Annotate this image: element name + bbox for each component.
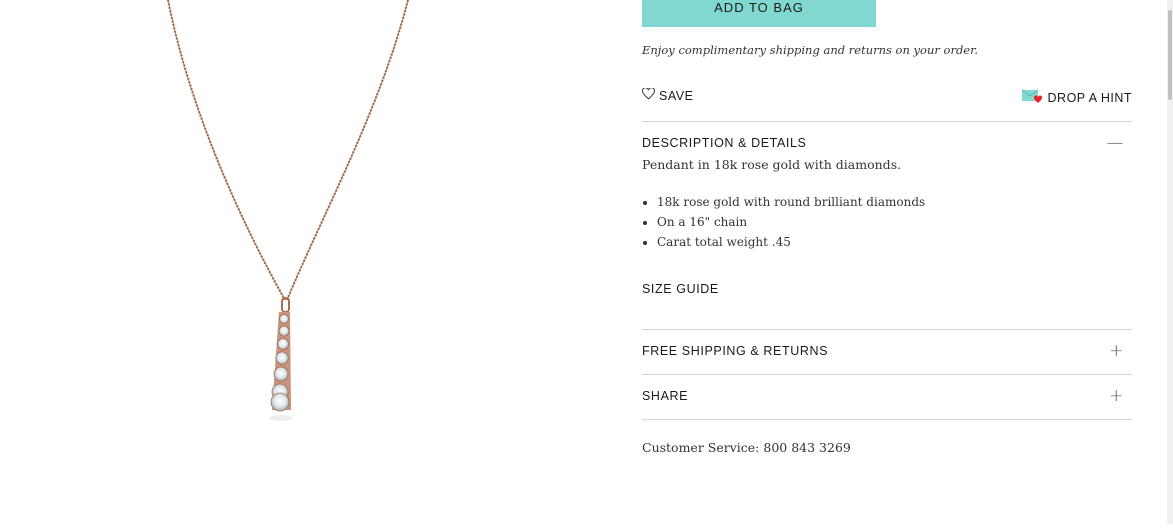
description-details-header[interactable]: DESCRIPTION & DETAILS — (642, 133, 1132, 156)
free-shipping-returns-label: FREE SHIPPING & RETURNS (642, 344, 829, 358)
share-label: SHARE (642, 389, 689, 403)
collapse-icon[interactable]: — (1106, 133, 1124, 153)
customer-service-label: Customer Service: (642, 440, 760, 455)
list-item: 18k rose gold with round brilliant diamo… (657, 192, 925, 212)
save-label: SAVE (659, 88, 694, 103)
divider (642, 419, 1132, 420)
scrollbar-thumb[interactable] (1168, 10, 1172, 100)
description-text: Pendant in 18k rose gold with diamonds. (642, 157, 902, 172)
share-header[interactable]: SHARE + (642, 386, 1132, 409)
customer-service-phone-link[interactable]: 800 843 3269 (763, 440, 850, 455)
details-list: 18k rose gold with round brilliant diamo… (642, 192, 925, 252)
description-details-label: DESCRIPTION & DETAILS (642, 136, 807, 150)
size-guide-link[interactable]: SIZE GUIDE (642, 282, 719, 296)
heart-outline-icon (642, 87, 655, 103)
expand-icon[interactable]: + (1109, 386, 1124, 406)
envelope-heart-icon (1021, 88, 1043, 107)
add-to-bag-button[interactable]: ADD TO BAG (642, 0, 876, 27)
list-item: Carat total weight .45 (657, 232, 925, 252)
scrollbar[interactable] (1167, 0, 1173, 524)
save-button[interactable]: SAVE (642, 87, 694, 103)
product-image (0, 0, 600, 524)
divider (642, 121, 1132, 122)
list-item: On a 16" chain (657, 212, 925, 232)
customer-service: Customer Service: 800 843 3269 (642, 440, 851, 455)
free-shipping-returns-header[interactable]: FREE SHIPPING & RETURNS + (642, 341, 1132, 364)
action-row: SAVE DROP A HINT (642, 87, 1132, 110)
drop-a-hint-button[interactable]: DROP A HINT (1021, 88, 1132, 107)
divider (642, 374, 1132, 375)
divider (642, 329, 1132, 330)
pendant-necklace-image (166, 0, 410, 421)
drop-a-hint-label: DROP A HINT (1047, 90, 1132, 105)
expand-icon[interactable]: + (1109, 341, 1124, 361)
shipping-note: Enjoy complimentary shipping and returns… (642, 43, 978, 57)
